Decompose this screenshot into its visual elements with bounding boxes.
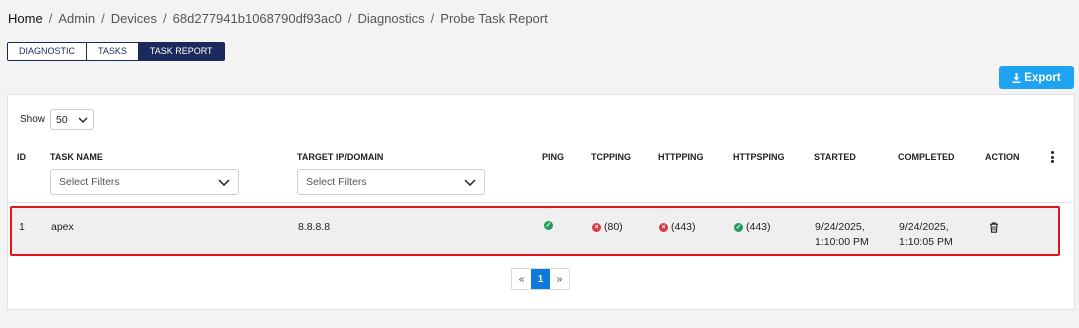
breadcrumb-devices[interactable]: Devices: [111, 11, 157, 26]
export-button[interactable]: Export: [999, 66, 1074, 89]
started-time: 1:10:00 PM: [815, 236, 869, 248]
table-row[interactable]: 1 apex 8.8.8.8 ✓ × (80) × (443) ✓ (443) …: [10, 206, 1060, 256]
column-header-ping[interactable]: PING: [542, 152, 564, 162]
tcpping-value: (80): [604, 221, 623, 233]
column-header-started[interactable]: STARTED: [814, 152, 856, 162]
breadcrumb: Home / Admin / Devices / 68d277941b1068790df93…: [8, 11, 548, 26]
tab-group: DIAGNOSTIC TASKS TASK REPORT: [7, 42, 225, 61]
chevron-down-icon: [218, 178, 230, 186]
column-header-httpsping[interactable]: HTTPSPING: [733, 152, 785, 162]
page-size-select[interactable]: 50: [50, 109, 95, 130]
target-filter-select[interactable]: Select Filters: [297, 169, 485, 195]
error-circle-icon: ×: [592, 223, 601, 232]
breadcrumb-separator: /: [347, 11, 352, 26]
column-header-task-name[interactable]: TASK NAME: [50, 152, 103, 162]
breadcrumb-separator: /: [101, 11, 105, 26]
started-date: 9/24/2025,: [815, 221, 865, 233]
pagination-prev[interactable]: «: [512, 269, 531, 289]
breadcrumb-home[interactable]: Home: [8, 11, 43, 26]
page-size-value: 50: [56, 113, 68, 126]
cell-httpping: × (443): [659, 220, 696, 235]
completed-time: 1:10:05 PM: [899, 236, 953, 248]
tab-diagnostic[interactable]: DIAGNOSTIC: [8, 43, 88, 60]
cell-id: 1: [19, 221, 25, 233]
trash-icon: [990, 222, 998, 233]
breadcrumb-admin[interactable]: Admin: [58, 11, 95, 26]
check-circle-icon: ✓: [544, 221, 553, 230]
column-header-action: ACTION: [985, 152, 1020, 162]
httpsping-value: (443): [746, 221, 771, 233]
column-header-httpping[interactable]: HTTPPING: [658, 152, 704, 162]
breadcrumb-separator: /: [48, 11, 53, 26]
task-name-filter-select[interactable]: Select Filters: [50, 169, 239, 195]
column-options-kebab-icon[interactable]: [1049, 151, 1055, 163]
check-circle-icon: ✓: [734, 223, 743, 232]
cell-started: 9/24/2025, 1:10:00 PM: [815, 220, 869, 250]
show-label: Show: [20, 114, 46, 125]
breadcrumb-current: Probe Task Report: [440, 11, 548, 26]
cell-task-name: apex: [51, 221, 74, 233]
chevron-down-icon: [78, 117, 88, 123]
column-header-target[interactable]: TARGET IP/DOMAIN: [297, 152, 383, 162]
cell-tcpping: × (80): [592, 220, 623, 235]
column-header-completed[interactable]: COMPLETED: [898, 152, 955, 162]
cell-httpsping: ✓ (443): [734, 220, 771, 235]
pagination-page-1[interactable]: 1: [531, 269, 550, 289]
task-name-filter-placeholder: Select Filters: [59, 176, 120, 188]
breadcrumb-separator: /: [163, 11, 167, 26]
chevron-down-icon: [464, 178, 476, 186]
breadcrumb-device-id[interactable]: 68d277941b1068790df93ac0: [173, 11, 342, 26]
completed-date: 9/24/2025,: [899, 221, 949, 233]
column-header-tcpping[interactable]: TCPPING: [591, 152, 631, 162]
cell-ping: ✓: [544, 221, 556, 230]
breadcrumb-diagnostics[interactable]: Diagnostics: [357, 11, 424, 26]
breadcrumb-separator: /: [430, 11, 435, 26]
target-filter-placeholder: Select Filters: [306, 176, 367, 188]
cell-target: 8.8.8.8: [298, 221, 331, 233]
pagination-next[interactable]: »: [550, 269, 569, 289]
error-circle-icon: ×: [659, 223, 668, 232]
tab-tasks[interactable]: TASKS: [87, 43, 139, 60]
export-label: Export: [1024, 71, 1061, 84]
pagination: « 1 »: [511, 268, 570, 290]
page-size-control: Show 50: [20, 109, 95, 130]
tab-task-report[interactable]: TASK REPORT: [138, 43, 224, 60]
header-divider: [8, 202, 1074, 203]
download-icon: [1012, 72, 1021, 83]
delete-button[interactable]: [989, 222, 999, 238]
column-header-id[interactable]: ID: [17, 152, 26, 162]
cell-completed: 9/24/2025, 1:10:05 PM: [899, 220, 953, 250]
httpping-value: (443): [671, 221, 696, 233]
